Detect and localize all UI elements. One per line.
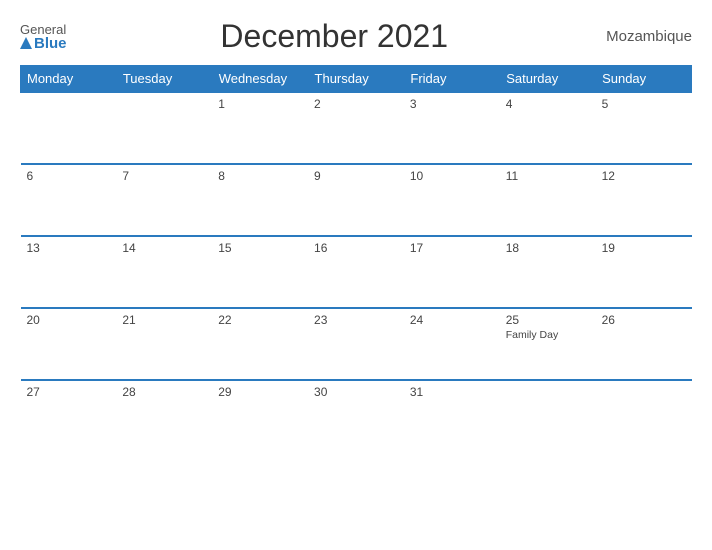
- calendar-cell: 13: [21, 236, 117, 308]
- calendar-cell: 15: [212, 236, 308, 308]
- calendar-cell: 2: [308, 92, 404, 164]
- calendar-cell: 24: [404, 308, 500, 380]
- day-number: 5: [602, 97, 686, 111]
- day-number: 26: [602, 313, 686, 327]
- calendar-cell: 9: [308, 164, 404, 236]
- calendar-cell: 7: [116, 164, 212, 236]
- day-number: 21: [122, 313, 206, 327]
- day-number: 8: [218, 169, 302, 183]
- calendar-week-row: 20 21 22 23 24 25 Family Day 26: [21, 308, 692, 380]
- calendar-cell: 6: [21, 164, 117, 236]
- day-number: 12: [602, 169, 686, 183]
- weekday-header-saturday: Saturday: [500, 66, 596, 93]
- day-number: 28: [122, 385, 206, 399]
- day-number: 25: [506, 313, 590, 327]
- calendar-title: December 2021: [67, 18, 602, 55]
- calendar-week-row: 12345: [21, 92, 692, 164]
- calendar-cell: 3: [404, 92, 500, 164]
- calendar-cell: 22: [212, 308, 308, 380]
- calendar-week-row: 6789 10 11 12: [21, 164, 692, 236]
- day-number: 22: [218, 313, 302, 327]
- logo-general-text: General: [20, 23, 66, 36]
- weekday-header-friday: Friday: [404, 66, 500, 93]
- calendar-week-row: 27 28 29 30 31: [21, 380, 692, 452]
- calendar-cell: 31: [404, 380, 500, 452]
- country-label: Mozambique: [602, 28, 692, 45]
- day-number: 29: [218, 385, 302, 399]
- day-number: 30: [314, 385, 398, 399]
- day-number: 1: [218, 97, 302, 111]
- weekday-header-row: MondayTuesdayWednesdayThursdayFridaySatu…: [21, 66, 692, 93]
- calendar-cell: 5: [596, 92, 692, 164]
- day-number: 31: [410, 385, 494, 399]
- calendar-cell: 1: [212, 92, 308, 164]
- weekday-header-monday: Monday: [21, 66, 117, 93]
- calendar-cell: 20: [21, 308, 117, 380]
- calendar-cell: [116, 92, 212, 164]
- day-number: 19: [602, 241, 686, 255]
- weekday-header-sunday: Sunday: [596, 66, 692, 93]
- calendar-cell: 27: [21, 380, 117, 452]
- day-number: 6: [27, 169, 111, 183]
- weekday-header-tuesday: Tuesday: [116, 66, 212, 93]
- calendar-cell: 18: [500, 236, 596, 308]
- logo: General Blue: [20, 23, 67, 51]
- calendar-cell: 29: [212, 380, 308, 452]
- day-number: 18: [506, 241, 590, 255]
- calendar-cell: 17: [404, 236, 500, 308]
- calendar-header: General Blue December 2021 Mozambique: [20, 18, 692, 55]
- day-number: 24: [410, 313, 494, 327]
- day-number: 4: [506, 97, 590, 111]
- day-number: 11: [506, 169, 590, 183]
- day-number: 7: [122, 169, 206, 183]
- day-number: 14: [122, 241, 206, 255]
- calendar-cell: 12: [596, 164, 692, 236]
- weekday-header-wednesday: Wednesday: [212, 66, 308, 93]
- calendar-cell: 28: [116, 380, 212, 452]
- day-number: 23: [314, 313, 398, 327]
- logo-triangle-icon: [20, 37, 32, 49]
- day-number: 2: [314, 97, 398, 111]
- day-number: 15: [218, 241, 302, 255]
- calendar-container: General Blue December 2021 Mozambique Mo…: [0, 0, 712, 550]
- logo-blue-row: Blue: [20, 36, 67, 51]
- calendar-cell: 4: [500, 92, 596, 164]
- calendar-cell: 19: [596, 236, 692, 308]
- calendar-cell: 14: [116, 236, 212, 308]
- day-number: 3: [410, 97, 494, 111]
- day-number: 9: [314, 169, 398, 183]
- day-number: 20: [27, 313, 111, 327]
- logo-blue-text: Blue: [34, 36, 67, 51]
- weekday-header-thursday: Thursday: [308, 66, 404, 93]
- calendar-cell: [21, 92, 117, 164]
- holiday-label: Family Day: [506, 329, 590, 341]
- day-number: 27: [27, 385, 111, 399]
- calendar-cell: 8: [212, 164, 308, 236]
- day-number: 10: [410, 169, 494, 183]
- calendar-cell: [500, 380, 596, 452]
- calendar-week-row: 13 14 15 16 17 18 19: [21, 236, 692, 308]
- calendar-cell: 21: [116, 308, 212, 380]
- calendar-cell: 30: [308, 380, 404, 452]
- calendar-cell: 25 Family Day: [500, 308, 596, 380]
- calendar-cell: 11: [500, 164, 596, 236]
- calendar-table: MondayTuesdayWednesdayThursdayFridaySatu…: [20, 65, 692, 452]
- calendar-cell: [596, 380, 692, 452]
- calendar-cell: 16: [308, 236, 404, 308]
- day-number: 16: [314, 241, 398, 255]
- day-number: 17: [410, 241, 494, 255]
- calendar-cell: 10: [404, 164, 500, 236]
- calendar-cell: 26: [596, 308, 692, 380]
- day-number: 13: [27, 241, 111, 255]
- calendar-cell: 23: [308, 308, 404, 380]
